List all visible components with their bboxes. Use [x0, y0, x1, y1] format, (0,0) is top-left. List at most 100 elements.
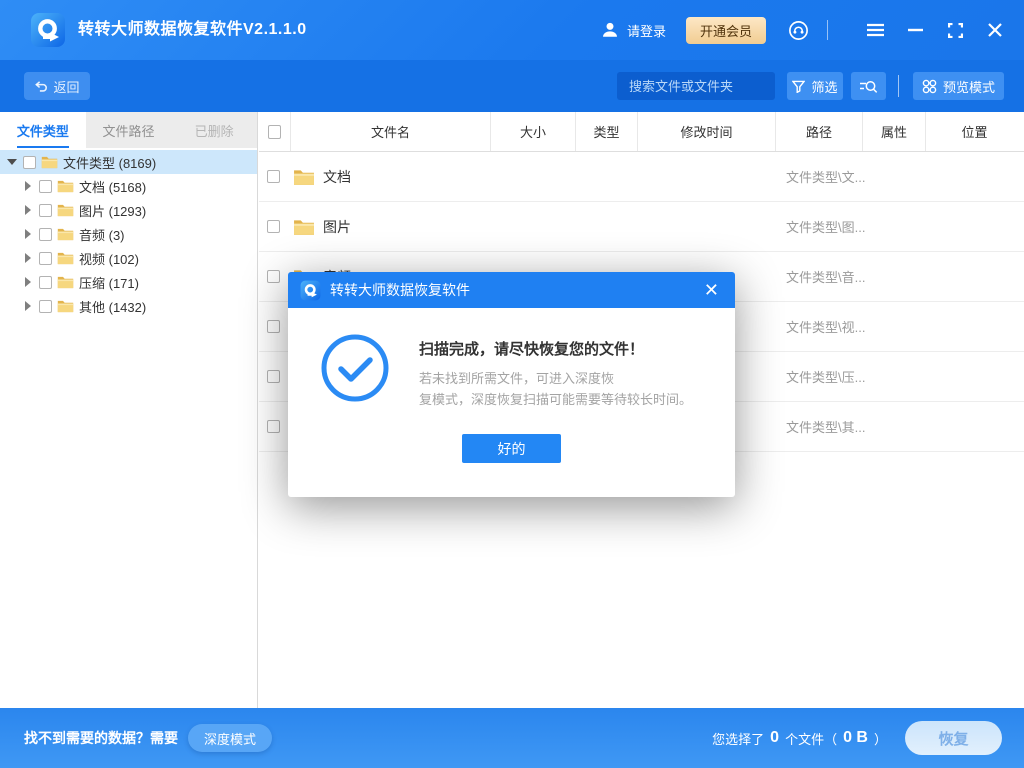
selection-middle: 个文件（ [785, 729, 837, 748]
table-header: 文件名 大小 类型 修改时间 路径 属性 位置 [259, 112, 1024, 152]
close-icon[interactable]: ✕ [700, 279, 723, 301]
row-checkbox[interactable] [267, 220, 280, 233]
dialog-detail-line1: 若未找到所需文件，可进入深度恢 [419, 368, 692, 389]
deep-mode-button[interactable]: 深度模式 [188, 724, 272, 752]
scan-complete-dialog: 转转大师数据恢复软件 ✕ 扫描完成，请尽快恢复您的文件！ 若未找到所需文件，可进… [288, 272, 735, 497]
header-location[interactable]: 位置 [925, 112, 1023, 151]
folder-icon [41, 155, 58, 169]
deep-mode-hint: 找不到需要的数据？需要 [24, 728, 178, 748]
recover-button[interactable]: 恢复 [905, 721, 1002, 755]
minimize-icon[interactable] [902, 17, 928, 43]
folder-icon [293, 168, 315, 186]
table-row[interactable]: 文档 文件类型\文... [259, 152, 1024, 202]
expander-right-icon[interactable] [20, 229, 36, 239]
filter-label: 筛选 [811, 77, 837, 96]
header-filename[interactable]: 文件名 [290, 112, 490, 151]
tree-item-label: 图片 (1293) [79, 201, 146, 220]
expander-right-icon[interactable] [20, 301, 36, 311]
select-all-checkbox[interactable] [268, 125, 281, 139]
advanced-search-button[interactable] [851, 72, 886, 100]
header-modified[interactable]: 修改时间 [637, 112, 775, 151]
tree-item-label: 文件类型 (8169) [63, 153, 156, 172]
expander-right-icon[interactable] [20, 181, 36, 191]
header-path[interactable]: 路径 [775, 112, 862, 151]
table-row[interactable]: 图片 文件类型\图... [259, 202, 1024, 252]
file-type-tree: 文件类型 (8169) 文档 (5168) 图片 (1293) 音频 (3) [0, 148, 257, 318]
tree-item-label: 压缩 (171) [79, 273, 139, 292]
checkbox[interactable] [39, 204, 52, 217]
tree-item-other[interactable]: 其他 (1432) [0, 294, 257, 318]
checkbox[interactable] [23, 156, 36, 169]
folder-icon [57, 275, 74, 289]
back-button[interactable]: 返回 [24, 72, 90, 100]
expander-right-icon[interactable] [20, 205, 36, 215]
checkbox[interactable] [39, 180, 52, 193]
toolbar: 返回 筛选 预览 [0, 60, 1024, 112]
row-checkbox[interactable] [267, 320, 280, 333]
back-label: 返回 [53, 77, 79, 96]
app-logo-icon [30, 12, 66, 48]
file-name: 文档 [323, 167, 351, 187]
search-input[interactable] [617, 72, 809, 100]
back-icon [34, 80, 48, 93]
folder-icon [57, 251, 74, 265]
tree-item-label: 文档 (5168) [79, 177, 146, 196]
selection-suffix: ） [874, 729, 887, 748]
close-icon[interactable] [982, 17, 1008, 43]
checkbox[interactable] [39, 252, 52, 265]
dialog-message: 扫描完成，请尽快恢复您的文件！ [419, 338, 644, 359]
expander-right-icon[interactable] [20, 277, 36, 287]
login-link[interactable]: 请登录 [627, 21, 666, 40]
row-checkbox[interactable] [267, 420, 280, 433]
tree-item-label: 视频 (102) [79, 249, 139, 268]
row-checkbox[interactable] [267, 270, 280, 283]
folder-icon [57, 227, 74, 241]
service-icon[interactable] [788, 20, 809, 41]
search-box [617, 72, 775, 100]
footer-bar: 找不到需要的数据？需要 深度模式 您选择了 0 个文件（ 0 B ） 恢复 [0, 708, 1024, 768]
app-window: 转转大师数据恢复软件V2.1.1.0 请登录 开通会员 [0, 0, 1024, 768]
header-attributes[interactable]: 属性 [862, 112, 925, 151]
header-size[interactable]: 大小 [490, 112, 575, 151]
header-type[interactable]: 类型 [575, 112, 637, 151]
file-path: 文件类型\视... [786, 317, 865, 336]
vip-button[interactable]: 开通会员 [686, 17, 766, 44]
tree-item-root[interactable]: 文件类型 (8169) [0, 150, 257, 174]
tree-item-images[interactable]: 图片 (1293) [0, 198, 257, 222]
file-path: 文件类型\音... [786, 267, 865, 286]
preview-mode-button[interactable]: 预览模式 [913, 72, 1004, 100]
checkbox[interactable] [39, 300, 52, 313]
tree-item-audio[interactable]: 音频 (3) [0, 222, 257, 246]
expander-down-icon[interactable] [4, 159, 20, 165]
expander-right-icon[interactable] [20, 253, 36, 263]
checkbox[interactable] [39, 276, 52, 289]
file-path: 文件类型\压... [786, 367, 865, 386]
titlebar: 转转大师数据恢复软件V2.1.1.0 请登录 开通会员 [0, 0, 1024, 60]
tab-file-path[interactable]: 文件路径 [86, 112, 172, 148]
titlebar-divider [827, 20, 828, 40]
selection-prefix: 您选择了 [712, 729, 764, 748]
checkbox[interactable] [39, 228, 52, 241]
tree-item-video[interactable]: 视频 (102) [0, 246, 257, 270]
selection-count: 0 [770, 729, 779, 747]
menu-icon[interactable] [862, 17, 888, 43]
row-checkbox[interactable] [267, 170, 280, 183]
preview-icon [922, 79, 937, 94]
folder-icon [293, 218, 315, 236]
maximize-icon[interactable] [942, 17, 968, 43]
tree-item-archive[interactable]: 压缩 (171) [0, 270, 257, 294]
file-path: 文件类型\图... [786, 217, 865, 236]
tab-deleted[interactable]: 已删除 [171, 112, 257, 148]
ok-button[interactable]: 好的 [462, 434, 561, 463]
preview-label: 预览模式 [943, 77, 995, 96]
user-icon[interactable] [601, 21, 619, 39]
app-title: 转转大师数据恢复软件V2.1.1.0 [78, 0, 307, 60]
filter-button[interactable]: 筛选 [787, 72, 843, 100]
file-name: 图片 [323, 217, 351, 237]
row-checkbox[interactable] [267, 370, 280, 383]
toolbar-divider [898, 75, 899, 97]
dialog-titlebar: 转转大师数据恢复软件 ✕ [288, 272, 735, 308]
folder-icon [57, 179, 74, 193]
tab-file-type[interactable]: 文件类型 [0, 112, 86, 148]
tree-item-docs[interactable]: 文档 (5168) [0, 174, 257, 198]
